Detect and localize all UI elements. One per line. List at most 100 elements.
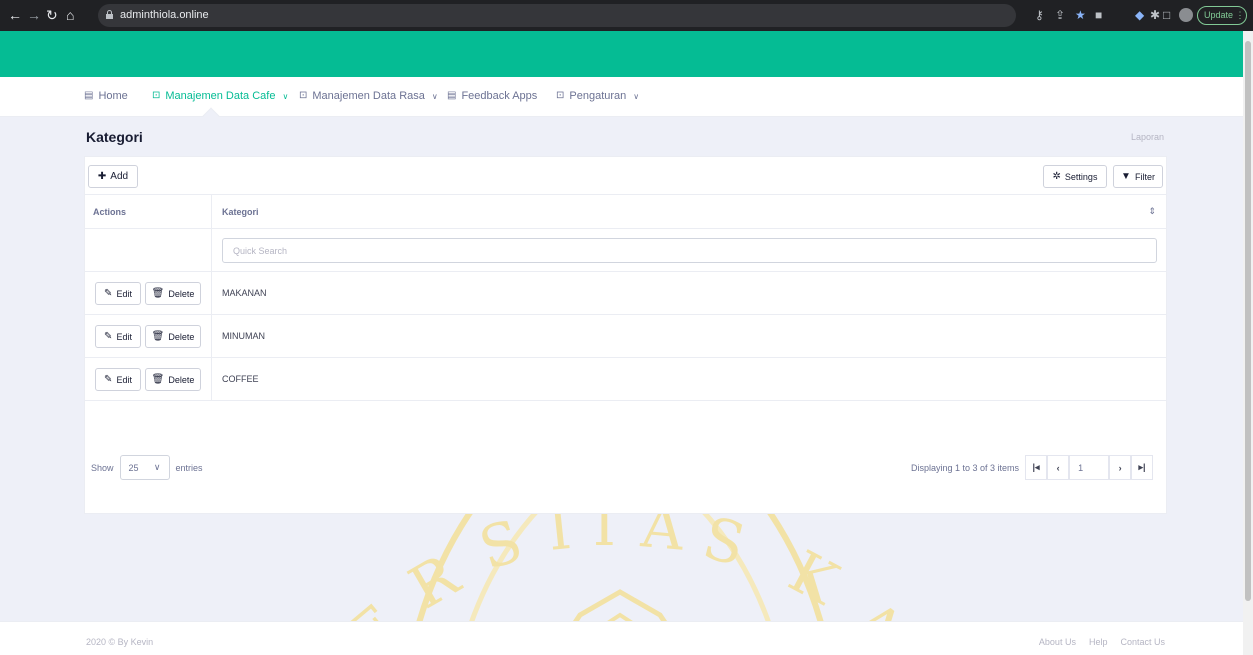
back-icon[interactable]: ← — [8, 7, 22, 23]
menu-item-pengaturan[interactable]: ⊡ Pengaturan ∨ — [556, 90, 639, 102]
key-icon[interactable]: ⚷ — [1035, 7, 1044, 23]
actions-cell: ✎ Edit 🗑 Delete — [85, 272, 212, 314]
puzzle-icon[interactable]: ✱ — [1150, 7, 1160, 23]
extension-icon[interactable]: ■ — [1095, 7, 1102, 23]
delete-button[interactable]: 🗑 Delete — [145, 325, 201, 348]
box-icon: ⊡ — [299, 90, 308, 101]
home-icon[interactable]: ⌂ — [66, 7, 74, 23]
first-page-button[interactable]: |◂ — [1025, 455, 1048, 480]
menu-item-feedback-apps[interactable]: ▤ Feedback Apps — [447, 90, 537, 102]
delete-button[interactable]: 🗑 Delete — [145, 282, 201, 305]
entries-label: entries — [175, 462, 203, 473]
chevron-down-icon: ∨ — [282, 91, 289, 101]
kategori-card: ✚ Add ✲ Settings ▼ Filter Actions Katego… — [84, 156, 1167, 514]
forward-icon[interactable]: → — [27, 7, 41, 23]
update-button[interactable]: Update ⋮ — [1197, 6, 1247, 25]
menu-item-home[interactable]: ▤ Home — [84, 90, 128, 102]
star-icon[interactable]: ★ — [1075, 7, 1086, 23]
breadcrumb[interactable]: Laporan — [1131, 132, 1164, 142]
pencil-icon: ✎ — [104, 331, 113, 342]
header-cell-kategori[interactable]: Kategori ⇕ — [212, 195, 1166, 228]
top-menu: ▤ Home ⊡ Manajemen Data Cafe ∨ ⊡ Manajem… — [0, 77, 1253, 117]
delete-button[interactable]: 🗑 Delete — [145, 368, 201, 391]
filter-button[interactable]: ▼ Filter — [1113, 165, 1163, 188]
scroll-thumb[interactable] — [1245, 41, 1251, 601]
page-size-select[interactable]: 25 ∨ — [119, 455, 170, 480]
sort-icon[interactable]: ⇕ — [1148, 206, 1156, 217]
footer-link-about-us[interactable]: About Us — [1039, 637, 1076, 647]
kategori-table: Actions Kategori ⇕ ✎ Edit 🗑 Delete — [85, 195, 1166, 401]
filter-row — [85, 229, 1166, 272]
kategori-cell[interactable]: MINUMAN — [212, 315, 1166, 357]
table-row: ✎ Edit 🗑 Delete MAKANAN — [85, 272, 1166, 315]
add-label: Add — [110, 171, 129, 182]
kategori-cell[interactable]: COFFEE — [212, 358, 1166, 400]
show-label: Show — [91, 462, 114, 473]
gear-icon: ✲ — [1052, 171, 1061, 182]
svg-text:R: R — [398, 540, 472, 622]
page-title: Kategori — [86, 129, 143, 145]
grid-toolbar: ✚ Add ✲ Settings ▼ Filter — [85, 157, 1166, 195]
last-page-icon: ▸| — [1138, 462, 1146, 472]
layout-icon: ▤ — [84, 90, 94, 101]
menu-item-manajemen-data-rasa[interactable]: ⊡ Manajemen Data Rasa ∨ — [299, 90, 438, 102]
add-button[interactable]: ✚ Add — [88, 165, 138, 188]
header-band — [0, 31, 1253, 77]
actions-cell: ✎ Edit 🗑 Delete — [85, 315, 212, 357]
filter-cell-actions — [85, 229, 212, 271]
page-size-value: 25 — [128, 462, 139, 473]
menu-item-manajemen-data-cafe[interactable]: ⊡ Manajemen Data Cafe ∨ — [152, 90, 288, 102]
table-row: ✎ Edit 🗑 Delete COFFEE — [85, 358, 1166, 401]
box-icon: ⊡ — [152, 90, 161, 101]
quick-search-input[interactable] — [222, 238, 1157, 263]
avatar[interactable] — [1179, 8, 1193, 22]
menu-item-label: Feedback Apps — [461, 90, 538, 102]
chevron-down-icon: ∨ — [153, 462, 161, 472]
url-text: adminthiola.online — [120, 9, 209, 21]
pencil-icon: ✎ — [104, 374, 113, 385]
footer-links: About Us Help Contact Us — [1039, 637, 1165, 647]
plus-icon: ✚ — [97, 171, 107, 182]
page-number-input[interactable]: 1 — [1069, 455, 1110, 480]
reload-icon[interactable]: ↻ — [46, 7, 58, 23]
update-label: Update — [1204, 10, 1234, 20]
menu-item-label: Manajemen Data Cafe — [165, 90, 276, 102]
box-icon: ⊡ — [556, 90, 565, 101]
prev-page-button[interactable]: ‹ — [1047, 455, 1070, 480]
edit-button[interactable]: ✎ Edit — [95, 282, 141, 305]
current-page-value: 1 — [1078, 462, 1084, 473]
chevron-down-icon: ∨ — [431, 91, 438, 101]
edit-label: Edit — [116, 374, 132, 385]
edit-button[interactable]: ✎ Edit — [95, 325, 141, 348]
address-bar[interactable]: adminthiola.online — [98, 4, 1016, 27]
kategori-cell[interactable]: MAKANAN — [212, 272, 1166, 314]
kategori-value: COFFEE — [222, 374, 259, 384]
copyright-text: 2020 © By Kevin — [86, 637, 154, 647]
pagination: Displaying 1 to 3 of 3 items |◂ ‹ 1 › ▸| — [911, 455, 1154, 480]
menu-item-label: Pengaturan — [569, 90, 627, 102]
settings-button[interactable]: ✲ Settings — [1043, 165, 1107, 188]
svg-text:K: K — [778, 537, 850, 618]
last-page-button[interactable]: ▸| — [1131, 455, 1154, 480]
layout-icon: ▤ — [447, 90, 457, 101]
filter-label: Filter — [1134, 171, 1155, 182]
share-icon[interactable]: ⇪ — [1055, 7, 1065, 23]
footer-link-help[interactable]: Help — [1089, 637, 1108, 647]
edit-button[interactable]: ✎ Edit — [95, 368, 141, 391]
delete-label: Delete — [168, 331, 195, 342]
sidepanel-icon[interactable]: □ — [1163, 7, 1170, 23]
menu-item-label: Manajemen Data Rasa — [312, 90, 425, 102]
column-header-kategori: Kategori — [222, 207, 259, 217]
pagination-info: Displaying 1 to 3 of 3 items — [911, 462, 1020, 473]
footer-link-contact-us[interactable]: Contact Us — [1120, 637, 1165, 647]
table-row: ✎ Edit 🗑 Delete MINUMAN — [85, 315, 1166, 358]
trash-icon: 🗑 — [151, 331, 165, 342]
next-page-button[interactable]: › — [1109, 455, 1132, 480]
lock-icon — [106, 10, 113, 19]
extension-icon[interactable]: ◆ — [1135, 7, 1144, 23]
menu-item-label: Home — [98, 90, 128, 102]
edit-label: Edit — [116, 288, 132, 299]
header-cell-actions: Actions — [85, 195, 212, 228]
page-scrollbar[interactable] — [1243, 31, 1253, 655]
filter-cell-kategori — [212, 229, 1166, 271]
